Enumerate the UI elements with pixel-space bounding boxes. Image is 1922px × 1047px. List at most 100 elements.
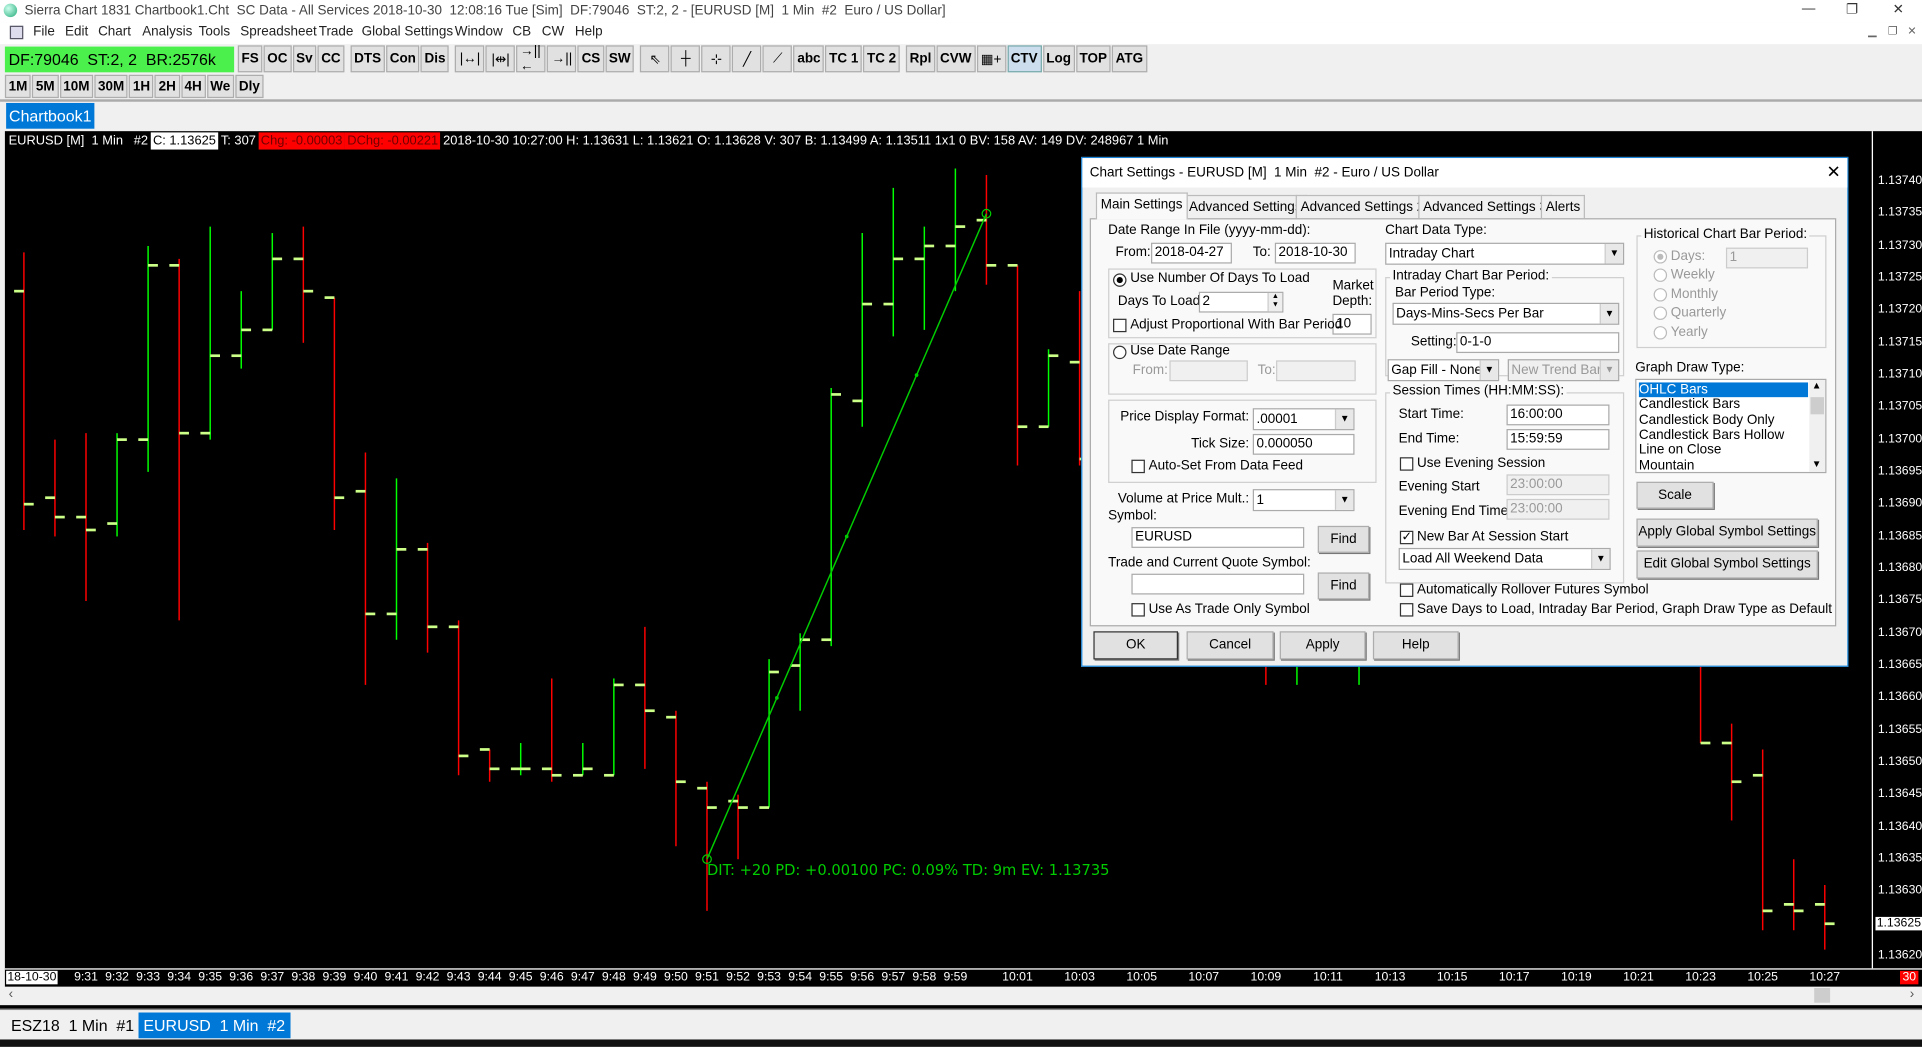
graph-draw-type-listbox[interactable]: ▲ ▼ OHLC Bars Candlestick Bars Candlestick… (1635, 378, 1827, 474)
gap-fill-value: Gap Fill - None (1391, 362, 1482, 378)
symbol-input[interactable]: EURUSD (1131, 527, 1305, 548)
chevron-down-icon[interactable]: ▼ (1479, 360, 1498, 380)
evening-start-input[interactable]: 23:00:00 (1506, 474, 1610, 496)
range-to-input[interactable] (1276, 360, 1356, 382)
graph-draw-type-option[interactable]: Candlestick Bars Hollow (1639, 428, 1808, 443)
mdi-close-button[interactable]: ✕ (1907, 25, 1916, 38)
evening-end-input[interactable]: 23:00:00 (1506, 498, 1610, 520)
range-from-input[interactable] (1169, 360, 1248, 382)
adjust-proportional-checkbox[interactable] (1113, 318, 1127, 333)
graph-draw-type-option[interactable]: Mountain (1639, 458, 1808, 472)
chevron-down-icon[interactable]: ▼ (1599, 360, 1619, 380)
tab-main-settings[interactable]: Main Settings (1095, 192, 1188, 220)
apply-global-symbol-settings-button[interactable]: Apply Global Symbol Settings (1636, 518, 1818, 547)
mdi-restore-button[interactable]: ❐ (1888, 25, 1898, 38)
time-tick-label: 9:42 (415, 970, 440, 985)
tab-advanced-settings-2[interactable]: Advanced Settings 2 (1295, 194, 1430, 219)
use-days-radio[interactable] (1113, 273, 1127, 287)
scroll-up-icon[interactable]: ▲ (1812, 380, 1822, 391)
help-button[interactable]: Help (1372, 631, 1459, 660)
hist-weekly-radio[interactable] (1653, 268, 1668, 282)
new-bar-session-checkbox[interactable]: ✓ (1399, 530, 1414, 545)
ok-button[interactable]: OK (1093, 631, 1178, 660)
new-trend-bar-select[interactable]: New Trend Bar V ▼ (1507, 359, 1620, 382)
find-symbol-button[interactable]: Find (1317, 525, 1370, 553)
setting-input[interactable]: 0-1-0 (1456, 332, 1620, 354)
chevron-down-icon[interactable]: ▼ (1334, 409, 1354, 430)
price-axis[interactable]: 1.13740 1.13735 1.13730 1.13725 1.13720 1.137… (1871, 131, 1922, 969)
scroll-down-icon[interactable]: ▼ (1812, 458, 1822, 469)
tab-advanced-settings[interactable]: Advanced Settings (1184, 194, 1307, 219)
chart-data-type-select[interactable]: Intraday Chart ▼ (1385, 242, 1625, 265)
hist-monthly-radio[interactable] (1653, 288, 1668, 302)
tab-alerts[interactable]: Alerts (1540, 194, 1586, 219)
edit-global-symbol-settings-button[interactable]: Edit Global Symbol Settings (1636, 550, 1818, 579)
graph-draw-type-option[interactable]: Candlestick Bars (1639, 398, 1808, 413)
tab-advanced-settings-3[interactable]: Advanced Settings 3 (1418, 194, 1552, 219)
price-tick-label: 1.13725 (1877, 270, 1922, 285)
from-label: From: (1115, 245, 1151, 260)
chart-settings-dialog: Chart Settings - EURUSD [M] 1 Min #2 - E… (1081, 156, 1849, 667)
scroll-right-arrow-icon[interactable]: › (1910, 987, 1915, 1002)
chevron-down-icon[interactable]: ▼ (1591, 549, 1610, 569)
trade-only-checkbox[interactable] (1131, 603, 1145, 617)
tick-size-input[interactable]: 0.000050 (1252, 433, 1355, 455)
graph-draw-type-option[interactable]: Candlestick Body Only (1639, 413, 1808, 428)
hist-days-radio[interactable] (1653, 250, 1668, 264)
info-details: 2018-10-30 10:27:00 H: 1.13631 L: 1.1362… (443, 133, 1169, 149)
time-tick-label: 9:46 (539, 970, 564, 985)
price-format-select[interactable]: .00001 ▼ (1252, 408, 1355, 431)
listbox-scroll-thumb[interactable] (1810, 397, 1824, 415)
time-tick-label: 9:47 (570, 970, 595, 985)
adjust-proportional-label: Adjust Proportional With Bar Period (1130, 317, 1343, 333)
chevron-down-icon[interactable]: ▼ (1599, 303, 1619, 324)
days-spinner[interactable]: ▲ ▼ (1267, 292, 1283, 312)
use-date-range-radio[interactable] (1113, 345, 1127, 360)
apply-button[interactable]: Apply (1279, 631, 1366, 660)
hist-days-input[interactable]: 1 (1725, 247, 1809, 269)
time-axis[interactable]: 18-10-30 9:31 9:32 9:33 9:34 9:35 9:36 9:37 9:38… (4, 968, 1922, 987)
find-trade-symbol-button[interactable]: Find (1317, 572, 1370, 600)
trade-symbol-input[interactable] (1131, 573, 1305, 595)
scale-button[interactable]: Scale (1636, 481, 1714, 509)
ruler-midpoint (844, 534, 849, 539)
scroll-left-arrow-icon[interactable]: ‹ (9, 987, 14, 1002)
graph-draw-type-option[interactable]: OHLC Bars (1638, 382, 1809, 398)
date-from-input[interactable]: 2018-04-27 (1151, 242, 1232, 264)
weekend-data-select[interactable]: Load All Weekend Data ▼ (1398, 547, 1611, 570)
chevron-down-icon[interactable]: ▼ (1334, 490, 1354, 510)
listbox-scrollbar[interactable]: ▲ ▼ (1809, 379, 1826, 472)
use-days-label: Use Number Of Days To Load (1130, 270, 1310, 286)
auto-set-checkbox[interactable] (1131, 459, 1145, 474)
scrollbar-thumb[interactable] (1814, 987, 1831, 1003)
time-tick-label: 9:39 (322, 970, 347, 985)
chevron-down-icon[interactable]: ▼ (1604, 243, 1623, 264)
date-to-input[interactable]: 2018-10-30 (1274, 242, 1356, 264)
hist-yearly-radio[interactable] (1653, 326, 1668, 340)
start-time-input[interactable]: 16:00:00 (1506, 404, 1610, 426)
auto-rollover-checkbox[interactable] (1399, 583, 1414, 597)
end-time-input[interactable]: 15:59:59 (1506, 429, 1610, 450)
price-tick-label: 1.13630 (1877, 884, 1922, 898)
hist-quarterly-radio[interactable] (1653, 306, 1668, 320)
vap-mult-select[interactable]: 1 ▼ (1252, 489, 1355, 512)
save-default-checkbox[interactable] (1399, 603, 1414, 617)
session-times-label: Session Times (HH:MM:SS): (1390, 383, 1567, 399)
chart-tab-eurusd[interactable]: EURUSD 1 Min #2 (138, 1012, 291, 1039)
chart-data-type-value: Intraday Chart (1388, 246, 1475, 262)
gap-fill-select[interactable]: Gap Fill - None ▼ (1387, 359, 1500, 382)
bar-period-type-select[interactable]: Days-Mins-Secs Per Bar ▼ (1392, 302, 1620, 325)
close-button[interactable]: ✕ (1893, 1, 1904, 17)
evening-session-checkbox[interactable] (1399, 457, 1414, 471)
time-tick-label: 9:43 (446, 970, 471, 985)
dialog-close-button[interactable]: ✕ (1826, 162, 1840, 183)
time-tick-label: 10:09 (1250, 970, 1282, 985)
price-tick-label: 1.13705 (1877, 399, 1922, 414)
time-tick-label: 9:51 (695, 970, 719, 985)
dialog-title-bar[interactable]: Chart Settings - EURUSD [M] 1 Min #2 - E… (1082, 158, 1848, 188)
cancel-button[interactable]: Cancel (1186, 631, 1274, 660)
chart-tab-esz18[interactable]: ESZ18 1 Min #1 (6, 1013, 139, 1039)
info-close: C: 1.13625 (150, 132, 219, 150)
graph-draw-type-option[interactable]: Line on Close (1639, 443, 1808, 458)
horizontal-scrollbar[interactable]: ‹ › (4, 986, 1922, 1004)
